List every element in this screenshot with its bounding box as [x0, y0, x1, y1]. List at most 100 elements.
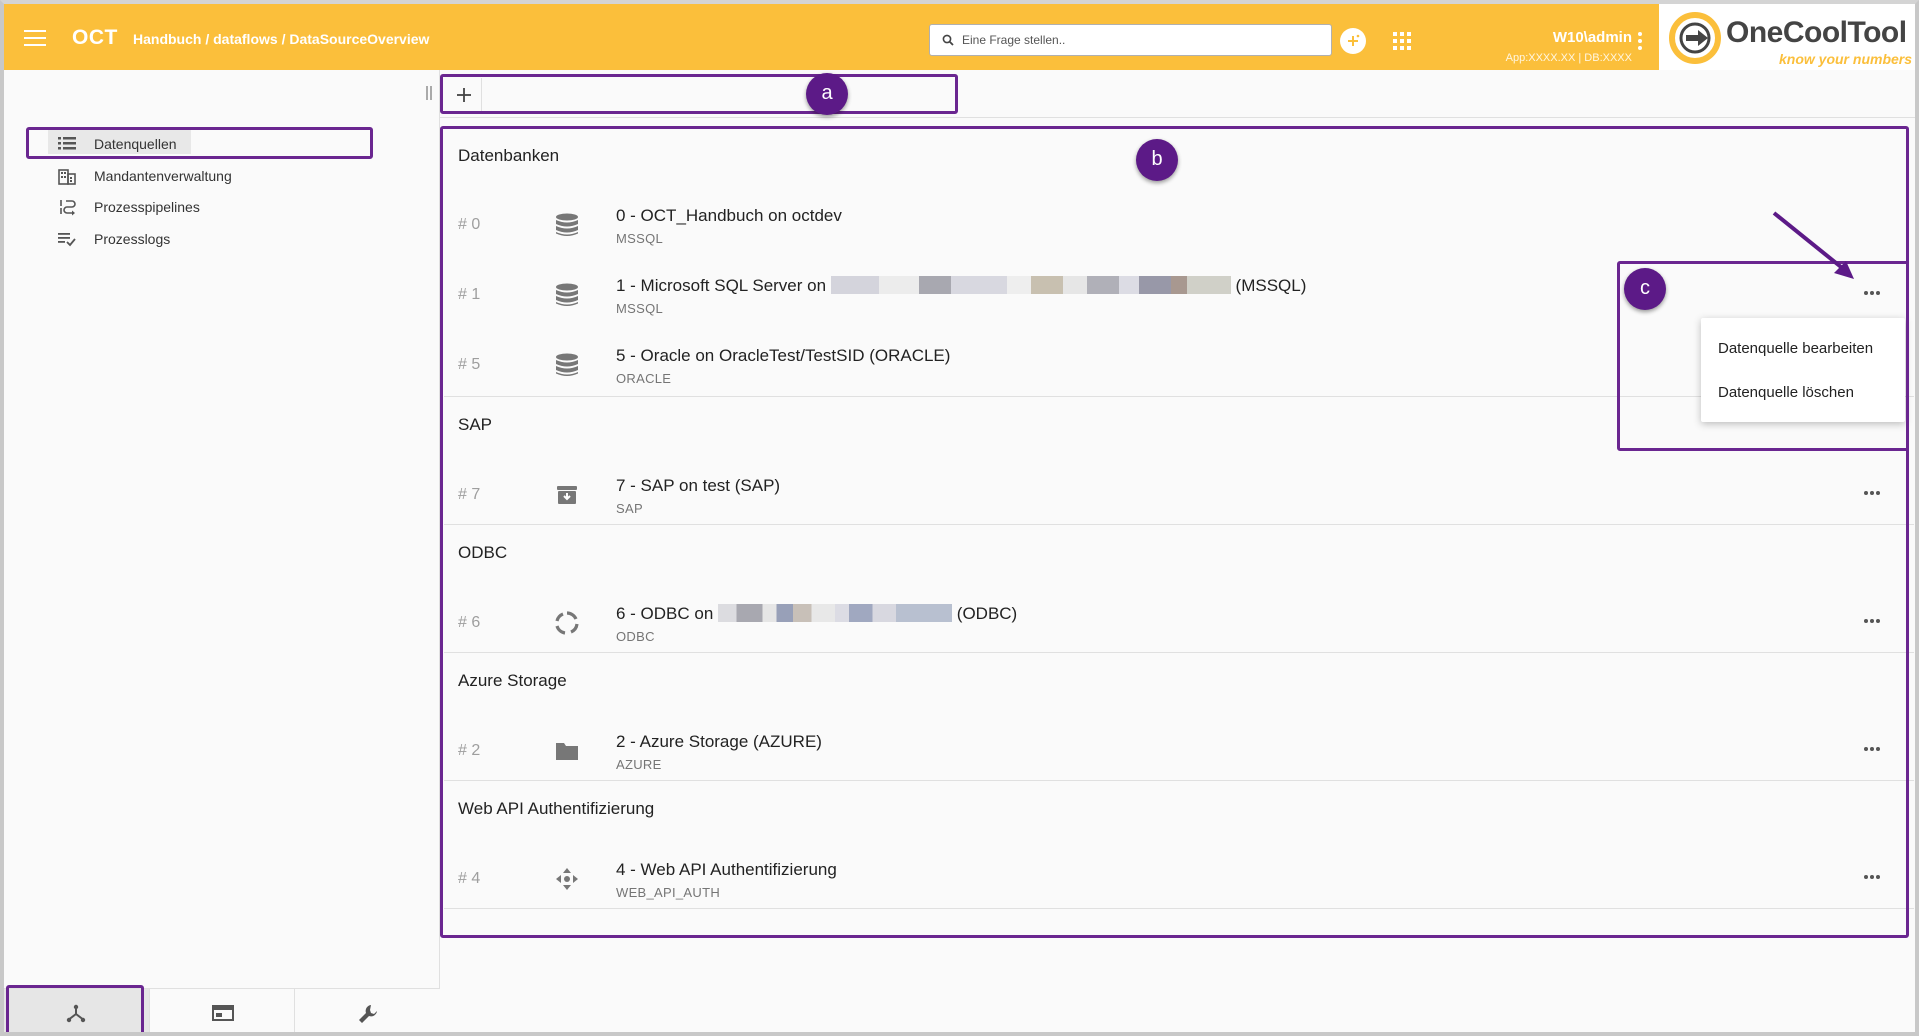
row-number: # 6: [458, 614, 481, 631]
annotation-badge-b: b: [1136, 139, 1178, 181]
tab-windows[interactable]: [149, 989, 294, 1036]
move-arrows-icon: [556, 868, 578, 890]
apps-grid-icon[interactable]: [1393, 32, 1411, 50]
group-title-odbc: ODBC: [458, 543, 508, 562]
row-name: 1 - Microsoft SQL Server on: [616, 276, 827, 295]
log-list-icon: [58, 233, 76, 247]
row-type: AZURE: [616, 757, 662, 772]
datasource-row-2[interactable]: # 2 2 - Azure Storage (AZURE) AZURE: [444, 716, 1907, 786]
onecooltool-logo: OneCoolTool know your numbers: [1659, 4, 1915, 70]
app-header: OCT Handbuch / dataflows / DataSourceOve…: [4, 4, 1659, 70]
group-divider: [444, 652, 1914, 653]
sidebar-item-prozesspipelines[interactable]: Prozesspipelines: [4, 191, 440, 221]
assistant-button[interactable]: [1340, 28, 1366, 54]
archive-icon: [557, 486, 577, 504]
sidebar-item-datenquellen[interactable]: Datenquellen: [4, 128, 440, 158]
tab-settings[interactable]: [294, 989, 439, 1036]
app-name[interactable]: OCT: [72, 26, 118, 50]
row-type: MSSQL: [616, 301, 664, 316]
group-divider: [444, 396, 1914, 397]
loading-circle-icon: [555, 611, 579, 635]
add-datasource-button[interactable]: [446, 78, 482, 112]
user-name[interactable]: W10\admin: [1482, 29, 1632, 46]
window-icon: [212, 1005, 234, 1021]
row-name: 6 - ODBC on: [616, 604, 714, 623]
sidebar-item-label: Datenquellen: [94, 136, 177, 152]
group-title-web-api: Web API Authentifizierung: [458, 799, 655, 818]
menu-item-label: Datenquelle löschen: [1718, 384, 1854, 401]
sidebar-bottom-tabs: [4, 988, 440, 1036]
row-name: 7 - SAP on test (SAP): [616, 476, 781, 495]
group-title-datenbanken: Datenbanken: [458, 146, 560, 165]
row-number: # 1: [458, 286, 481, 303]
more-options-icon[interactable]: [1864, 610, 1890, 630]
logo-mark-icon: [1669, 12, 1721, 64]
menu-item-label: Datenquelle bearbeiten: [1718, 340, 1874, 357]
more-options-icon[interactable]: [1864, 482, 1890, 502]
wrench-icon: [359, 1005, 377, 1023]
menu-item-edit-datasource[interactable]: Datenquelle bearbeiten: [1701, 326, 1905, 370]
row-number: # 5: [458, 356, 481, 373]
sidebar-item-label: Prozesspipelines: [94, 199, 200, 215]
plus-icon: [457, 88, 471, 102]
datasource-row-7[interactable]: # 7 7 - SAP on test (SAP) SAP: [444, 460, 1907, 530]
logo-tagline: know your numbers: [1779, 51, 1913, 67]
database-icon: [556, 283, 578, 306]
pipeline-icon: [60, 200, 76, 216]
datasource-row-6[interactable]: # 6 6 - ODBC on (ODBC) ODBC: [444, 588, 1907, 658]
menu-item-delete-datasource[interactable]: Datenquelle löschen: [1701, 370, 1905, 414]
sparkle-plus-icon: [1348, 34, 1360, 46]
row-type: SAP: [616, 501, 643, 516]
row-type: ORACLE: [616, 371, 672, 386]
group-title-azure-storage: Azure Storage: [458, 671, 567, 690]
sidebar-item-label: Mandantenverwaltung: [94, 168, 232, 184]
datasource-list: Datenbanken # 0 0 - OCT_Handbuch on octd…: [444, 128, 1914, 910]
annotation-badge-c: c: [1624, 268, 1666, 310]
logo-text: OneCoolTool: [1726, 16, 1907, 49]
search-box[interactable]: [929, 24, 1332, 56]
datasource-row-0[interactable]: # 0 0 - OCT_Handbuch on octdev MSSQL: [444, 190, 1907, 260]
row-name: 4 - Web API Authentifizierung: [616, 860, 837, 879]
toolbar: [440, 70, 1915, 118]
row-name-suffix: (MSSQL): [1235, 276, 1307, 295]
user-menu-icon[interactable]: [1637, 32, 1643, 50]
datasource-row-1[interactable]: # 1 1 - Microsoft SQL Server on (MSSQL) …: [444, 260, 1907, 330]
more-options-icon[interactable]: [1864, 282, 1890, 302]
datasource-row-5[interactable]: # 5 5 - Oracle on OracleTest/TestSID (OR…: [444, 330, 1907, 400]
search-input[interactable]: [962, 29, 1322, 51]
sidebar-item-mandantenverwaltung[interactable]: Mandantenverwaltung: [4, 160, 440, 190]
more-options-icon[interactable]: [1864, 738, 1890, 758]
list-icon: [58, 137, 76, 150]
annotation-arrow-icon: [1772, 211, 1854, 279]
tab-dataflows[interactable]: [4, 989, 149, 1036]
dataflow-icon: [66, 1004, 86, 1023]
row-type: WEB_API_AUTH: [616, 885, 721, 900]
folder-icon: [556, 743, 578, 760]
row-name: 2 - Azure Storage (AZURE): [616, 732, 822, 751]
database-icon: [556, 213, 578, 236]
app-db-info: App:XXXX.XX | DB:XXXX: [1505, 52, 1632, 64]
row-name-wrap: 1 - Microsoft SQL Server on (MSSQL): [616, 276, 1306, 296]
redacted-hostname: [830, 276, 1231, 294]
context-menu: Datenquelle bearbeiten Datenquelle lösch…: [1701, 318, 1905, 422]
sidebar-item-prozesslogs[interactable]: Prozesslogs: [4, 223, 440, 253]
group-title-sap: SAP: [458, 415, 493, 434]
group-divider: [444, 908, 1914, 909]
breadcrumb[interactable]: Handbuch / dataflows / DataSourceOvervie…: [133, 31, 429, 47]
row-number: # 4: [458, 870, 481, 887]
redacted-hostname: [718, 604, 953, 622]
hamburger-menu-icon[interactable]: [24, 30, 46, 46]
search-icon: [942, 34, 954, 46]
sidebar-item-label: Prozesslogs: [94, 231, 171, 247]
row-name: 5 - Oracle on OracleTest/TestSID (ORACLE…: [616, 346, 951, 365]
row-name-suffix: (ODBC): [956, 604, 1018, 623]
row-number: # 7: [458, 486, 481, 503]
datasource-row-4[interactable]: # 4 4 - Web API Authentifizierung WEB_AP…: [444, 844, 1907, 914]
row-type: MSSQL: [616, 231, 664, 246]
annotation-badge-a: a: [806, 73, 848, 115]
more-options-icon[interactable]: [1864, 866, 1890, 886]
sidebar: Datenquellen Mandantenverwaltung Prozess…: [4, 70, 440, 1036]
row-type: ODBC: [616, 629, 655, 644]
row-number: # 2: [458, 742, 481, 759]
panel-resize-handle[interactable]: [426, 86, 434, 102]
